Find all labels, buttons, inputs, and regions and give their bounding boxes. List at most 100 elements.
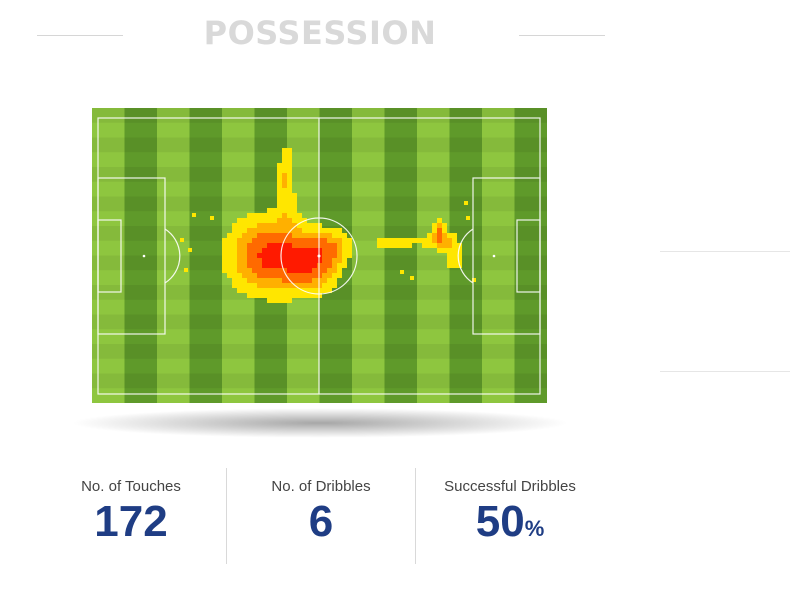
heat-cell	[312, 238, 317, 243]
heat-cell	[267, 278, 272, 283]
heat-cell	[257, 288, 262, 293]
heat-cell	[292, 268, 297, 273]
heat-cell	[292, 203, 297, 208]
heat-cell	[267, 248, 272, 253]
heat-cell	[287, 283, 292, 288]
heat-cell	[282, 193, 287, 198]
heat-cell	[292, 243, 297, 248]
heat-cell	[277, 203, 282, 208]
stat-dribbles: No. of Dribbles 6	[226, 468, 416, 564]
heat-cell	[297, 243, 302, 248]
heat-cell	[427, 233, 432, 238]
heat-cell	[247, 293, 252, 298]
heat-cell	[337, 248, 342, 253]
heat-cell	[232, 243, 237, 248]
heat-cell	[282, 298, 287, 303]
heat-cell	[287, 193, 292, 198]
heat-cell	[247, 223, 252, 228]
heat-cell	[282, 228, 287, 233]
heat-cell	[292, 273, 297, 278]
heat-cell	[342, 258, 347, 263]
heat-cell	[232, 268, 237, 273]
heat-cell	[287, 268, 292, 273]
heat-cell	[292, 233, 297, 238]
heat-cell	[312, 268, 317, 273]
heat-cell	[312, 283, 317, 288]
heat-cell	[282, 188, 287, 193]
heat-cell	[272, 208, 277, 213]
heat-cell	[277, 298, 282, 303]
heat-cell	[242, 268, 247, 273]
pitch-shadow	[70, 408, 570, 438]
heat-cell	[277, 283, 282, 288]
heat-cell	[192, 213, 196, 217]
heat-cell	[382, 238, 387, 243]
heat-cell	[307, 223, 312, 228]
heat-cell	[188, 248, 192, 252]
heat-cell	[437, 248, 442, 253]
heat-cell	[392, 243, 397, 248]
heat-cell	[312, 233, 317, 238]
heat-cell	[307, 268, 312, 273]
heat-cell	[262, 273, 267, 278]
heat-cell	[247, 273, 252, 278]
heat-cell	[267, 228, 272, 233]
heat-cell	[267, 263, 272, 268]
heat-cell	[387, 243, 392, 248]
heat-cell	[232, 233, 237, 238]
heat-cell	[297, 233, 302, 238]
heat-cell	[277, 178, 282, 183]
heat-cell	[262, 263, 267, 268]
heat-cell	[277, 163, 282, 168]
heat-cell	[272, 218, 277, 223]
heat-cell	[242, 258, 247, 263]
heat-cell	[312, 258, 317, 263]
heat-cell	[267, 238, 272, 243]
heat-cell	[397, 243, 402, 248]
heat-cell	[272, 263, 277, 268]
heat-cell	[337, 258, 342, 263]
heat-cell	[327, 268, 332, 273]
heat-cell	[282, 283, 287, 288]
heat-cell	[322, 263, 327, 268]
heat-cell	[252, 238, 257, 243]
heat-cell	[302, 278, 307, 283]
heat-cell	[257, 218, 262, 223]
heat-cell	[237, 288, 242, 293]
side-divider-bottom	[660, 371, 790, 372]
heat-cell	[307, 278, 312, 283]
heat-cell	[282, 203, 287, 208]
heat-cell	[432, 238, 437, 243]
heat-cell	[267, 288, 272, 293]
heat-cell	[267, 233, 272, 238]
heat-cell	[312, 273, 317, 278]
heat-cell	[242, 228, 247, 233]
heat-cell	[382, 243, 387, 248]
heat-cell	[412, 238, 417, 243]
heat-cell	[292, 198, 297, 203]
heat-cell	[267, 213, 272, 218]
heat-cell	[312, 263, 317, 268]
heat-cell	[322, 248, 327, 253]
heat-cell	[432, 243, 437, 248]
heat-cell	[302, 283, 307, 288]
heat-cell	[327, 233, 332, 238]
heat-cell	[277, 218, 282, 223]
heat-cell	[227, 258, 232, 263]
heat-cell	[302, 258, 307, 263]
heat-cell	[437, 243, 442, 248]
heat-cell	[287, 218, 292, 223]
heat-cell	[312, 243, 317, 248]
heat-cell	[452, 263, 457, 268]
heat-cell	[442, 228, 447, 233]
heat-cell	[247, 228, 252, 233]
heat-cell	[242, 263, 247, 268]
heat-cell	[247, 253, 252, 258]
heat-cell	[267, 293, 272, 298]
heat-cell	[322, 243, 327, 248]
heat-cell	[222, 268, 227, 273]
heat-cell	[257, 283, 262, 288]
heat-cell	[272, 248, 277, 253]
heat-cell	[422, 243, 427, 248]
heat-cell	[267, 218, 272, 223]
